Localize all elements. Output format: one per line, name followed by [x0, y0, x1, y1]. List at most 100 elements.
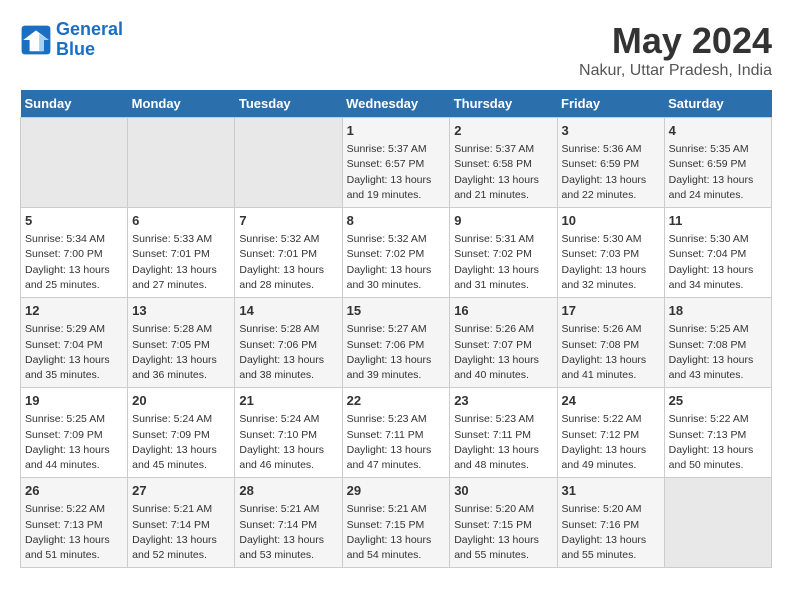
cell-content: Sunrise: 5:25 AM Sunset: 7:09 PM Dayligh…	[25, 412, 123, 473]
cell-content: Sunrise: 5:24 AM Sunset: 7:10 PM Dayligh…	[239, 412, 337, 473]
calendar-cell: 30 Sunrise: 5:20 AM Sunset: 7:15 PM Dayli…	[450, 478, 557, 568]
cell-content: Sunrise: 5:35 AM Sunset: 6:59 PM Dayligh…	[669, 142, 767, 203]
day-number: 22	[347, 392, 446, 410]
day-header-thursday: Thursday	[450, 90, 557, 118]
calendar-cell	[128, 118, 235, 208]
cell-content: Sunrise: 5:36 AM Sunset: 6:59 PM Dayligh…	[562, 142, 660, 203]
day-number: 11	[669, 212, 767, 230]
calendar-table: SundayMondayTuesdayWednesdayThursdayFrid…	[20, 90, 772, 568]
day-header-wednesday: Wednesday	[342, 90, 450, 118]
logo-text: General Blue	[56, 20, 123, 60]
calendar-cell: 26 Sunrise: 5:22 AM Sunset: 7:13 PM Dayli…	[21, 478, 128, 568]
calendar-cell: 23 Sunrise: 5:23 AM Sunset: 7:11 PM Dayli…	[450, 388, 557, 478]
day-number: 20	[132, 392, 230, 410]
calendar-cell: 17Sunrise: 5:26 AM Sunset: 7:08 PM Dayli…	[557, 298, 664, 388]
cell-content: Sunrise: 5:28 AM Sunset: 7:06 PM Dayligh…	[239, 322, 337, 383]
cell-content: Sunrise: 5:31 AM Sunset: 7:02 PM Dayligh…	[454, 232, 552, 293]
day-number: 29	[347, 482, 446, 500]
calendar-cell: 24 Sunrise: 5:22 AM Sunset: 7:12 PM Dayli…	[557, 388, 664, 478]
calendar-cell	[664, 478, 771, 568]
day-header-sunday: Sunday	[21, 90, 128, 118]
calendar-cell: 3 Sunrise: 5:36 AM Sunset: 6:59 PM Daylig…	[557, 118, 664, 208]
day-number: 28	[239, 482, 337, 500]
cell-content: Sunrise: 5:30 AM Sunset: 7:03 PM Dayligh…	[562, 232, 660, 293]
cell-content: Sunrise: 5:25 AM Sunset: 7:08 PM Dayligh…	[669, 322, 767, 383]
day-header-monday: Monday	[128, 90, 235, 118]
calendar-cell: 7Sunrise: 5:32 AM Sunset: 7:01 PM Daylig…	[235, 208, 342, 298]
day-number: 23	[454, 392, 552, 410]
cell-content: Sunrise: 5:37 AM Sunset: 6:58 PM Dayligh…	[454, 142, 552, 203]
calendar-cell: 6 Sunrise: 5:33 AM Sunset: 7:01 PM Daylig…	[128, 208, 235, 298]
day-number: 30	[454, 482, 552, 500]
day-number: 6	[132, 212, 230, 230]
day-number: 25	[669, 392, 767, 410]
day-number: 21	[239, 392, 337, 410]
cell-content: Sunrise: 5:32 AM Sunset: 7:02 PM Dayligh…	[347, 232, 446, 293]
cell-content: Sunrise: 5:20 AM Sunset: 7:16 PM Dayligh…	[562, 502, 660, 563]
calendar-cell: 27 Sunrise: 5:21 AM Sunset: 7:14 PM Dayli…	[128, 478, 235, 568]
cell-content: Sunrise: 5:21 AM Sunset: 7:14 PM Dayligh…	[132, 502, 230, 563]
calendar-cell: 4 Sunrise: 5:35 AM Sunset: 6:59 PM Daylig…	[664, 118, 771, 208]
calendar-cell	[235, 118, 342, 208]
day-number: 1	[347, 122, 446, 140]
calendar-cell: 13Sunrise: 5:28 AM Sunset: 7:05 PM Dayli…	[128, 298, 235, 388]
day-number: 5	[25, 212, 123, 230]
day-header-saturday: Saturday	[664, 90, 771, 118]
calendar-cell: 2 Sunrise: 5:37 AM Sunset: 6:58 PM Daylig…	[450, 118, 557, 208]
logo: General Blue	[20, 20, 123, 60]
day-number: 27	[132, 482, 230, 500]
logo-line2: Blue	[56, 39, 95, 59]
day-number: 9	[454, 212, 552, 230]
day-number: 3	[562, 122, 660, 140]
week-row-3: 12Sunrise: 5:29 AM Sunset: 7:04 PM Dayli…	[21, 298, 772, 388]
cell-content: Sunrise: 5:30 AM Sunset: 7:04 PM Dayligh…	[669, 232, 767, 293]
calendar-cell: 12Sunrise: 5:29 AM Sunset: 7:04 PM Dayli…	[21, 298, 128, 388]
days-header-row: SundayMondayTuesdayWednesdayThursdayFrid…	[21, 90, 772, 118]
cell-content: Sunrise: 5:23 AM Sunset: 7:11 PM Dayligh…	[347, 412, 446, 473]
calendar-cell: 19Sunrise: 5:25 AM Sunset: 7:09 PM Dayli…	[21, 388, 128, 478]
calendar-cell: 29 Sunrise: 5:21 AM Sunset: 7:15 PM Dayli…	[342, 478, 450, 568]
day-number: 8	[347, 212, 446, 230]
day-number: 16	[454, 302, 552, 320]
cell-content: Sunrise: 5:21 AM Sunset: 7:14 PM Dayligh…	[239, 502, 337, 563]
cell-content: Sunrise: 5:28 AM Sunset: 7:05 PM Dayligh…	[132, 322, 230, 383]
cell-content: Sunrise: 5:22 AM Sunset: 7:13 PM Dayligh…	[669, 412, 767, 473]
calendar-cell: 10Sunrise: 5:30 AM Sunset: 7:03 PM Dayli…	[557, 208, 664, 298]
calendar-cell: 18 Sunrise: 5:25 AM Sunset: 7:08 PM Dayli…	[664, 298, 771, 388]
day-number: 14	[239, 302, 337, 320]
day-number: 26	[25, 482, 123, 500]
day-number: 4	[669, 122, 767, 140]
cell-content: Sunrise: 5:22 AM Sunset: 7:13 PM Dayligh…	[25, 502, 123, 563]
day-header-tuesday: Tuesday	[235, 90, 342, 118]
calendar-cell: 15Sunrise: 5:27 AM Sunset: 7:06 PM Dayli…	[342, 298, 450, 388]
cell-content: Sunrise: 5:22 AM Sunset: 7:12 PM Dayligh…	[562, 412, 660, 473]
day-number: 18	[669, 302, 767, 320]
title-area: May 2024 Nakur, Uttar Pradesh, India	[579, 20, 772, 80]
calendar-cell: 28 Sunrise: 5:21 AM Sunset: 7:14 PM Dayli…	[235, 478, 342, 568]
sub-title: Nakur, Uttar Pradesh, India	[579, 62, 772, 80]
calendar-cell: 5Sunrise: 5:34 AM Sunset: 7:00 PM Daylig…	[21, 208, 128, 298]
day-number: 17	[562, 302, 660, 320]
week-row-5: 26 Sunrise: 5:22 AM Sunset: 7:13 PM Dayli…	[21, 478, 772, 568]
day-number: 24	[562, 392, 660, 410]
calendar-cell: 21 Sunrise: 5:24 AM Sunset: 7:10 PM Dayli…	[235, 388, 342, 478]
day-number: 12	[25, 302, 123, 320]
calendar-cell: 31Sunrise: 5:20 AM Sunset: 7:16 PM Dayli…	[557, 478, 664, 568]
day-number: 2	[454, 122, 552, 140]
main-title: May 2024	[579, 20, 772, 62]
week-row-2: 5Sunrise: 5:34 AM Sunset: 7:00 PM Daylig…	[21, 208, 772, 298]
cell-content: Sunrise: 5:33 AM Sunset: 7:01 PM Dayligh…	[132, 232, 230, 293]
calendar-cell: 9 Sunrise: 5:31 AM Sunset: 7:02 PM Daylig…	[450, 208, 557, 298]
calendar-cell: 25 Sunrise: 5:22 AM Sunset: 7:13 PM Dayli…	[664, 388, 771, 478]
calendar-cell: 11 Sunrise: 5:30 AM Sunset: 7:04 PM Dayli…	[664, 208, 771, 298]
cell-content: Sunrise: 5:20 AM Sunset: 7:15 PM Dayligh…	[454, 502, 552, 563]
calendar-cell: 22 Sunrise: 5:23 AM Sunset: 7:11 PM Dayli…	[342, 388, 450, 478]
cell-content: Sunrise: 5:23 AM Sunset: 7:11 PM Dayligh…	[454, 412, 552, 473]
calendar-cell: 1 Sunrise: 5:37 AM Sunset: 6:57 PM Daylig…	[342, 118, 450, 208]
cell-content: Sunrise: 5:37 AM Sunset: 6:57 PM Dayligh…	[347, 142, 446, 203]
cell-content: Sunrise: 5:21 AM Sunset: 7:15 PM Dayligh…	[347, 502, 446, 563]
day-number: 15	[347, 302, 446, 320]
day-number: 7	[239, 212, 337, 230]
day-header-friday: Friday	[557, 90, 664, 118]
page-header: General Blue May 2024 Nakur, Uttar Prade…	[20, 20, 772, 80]
